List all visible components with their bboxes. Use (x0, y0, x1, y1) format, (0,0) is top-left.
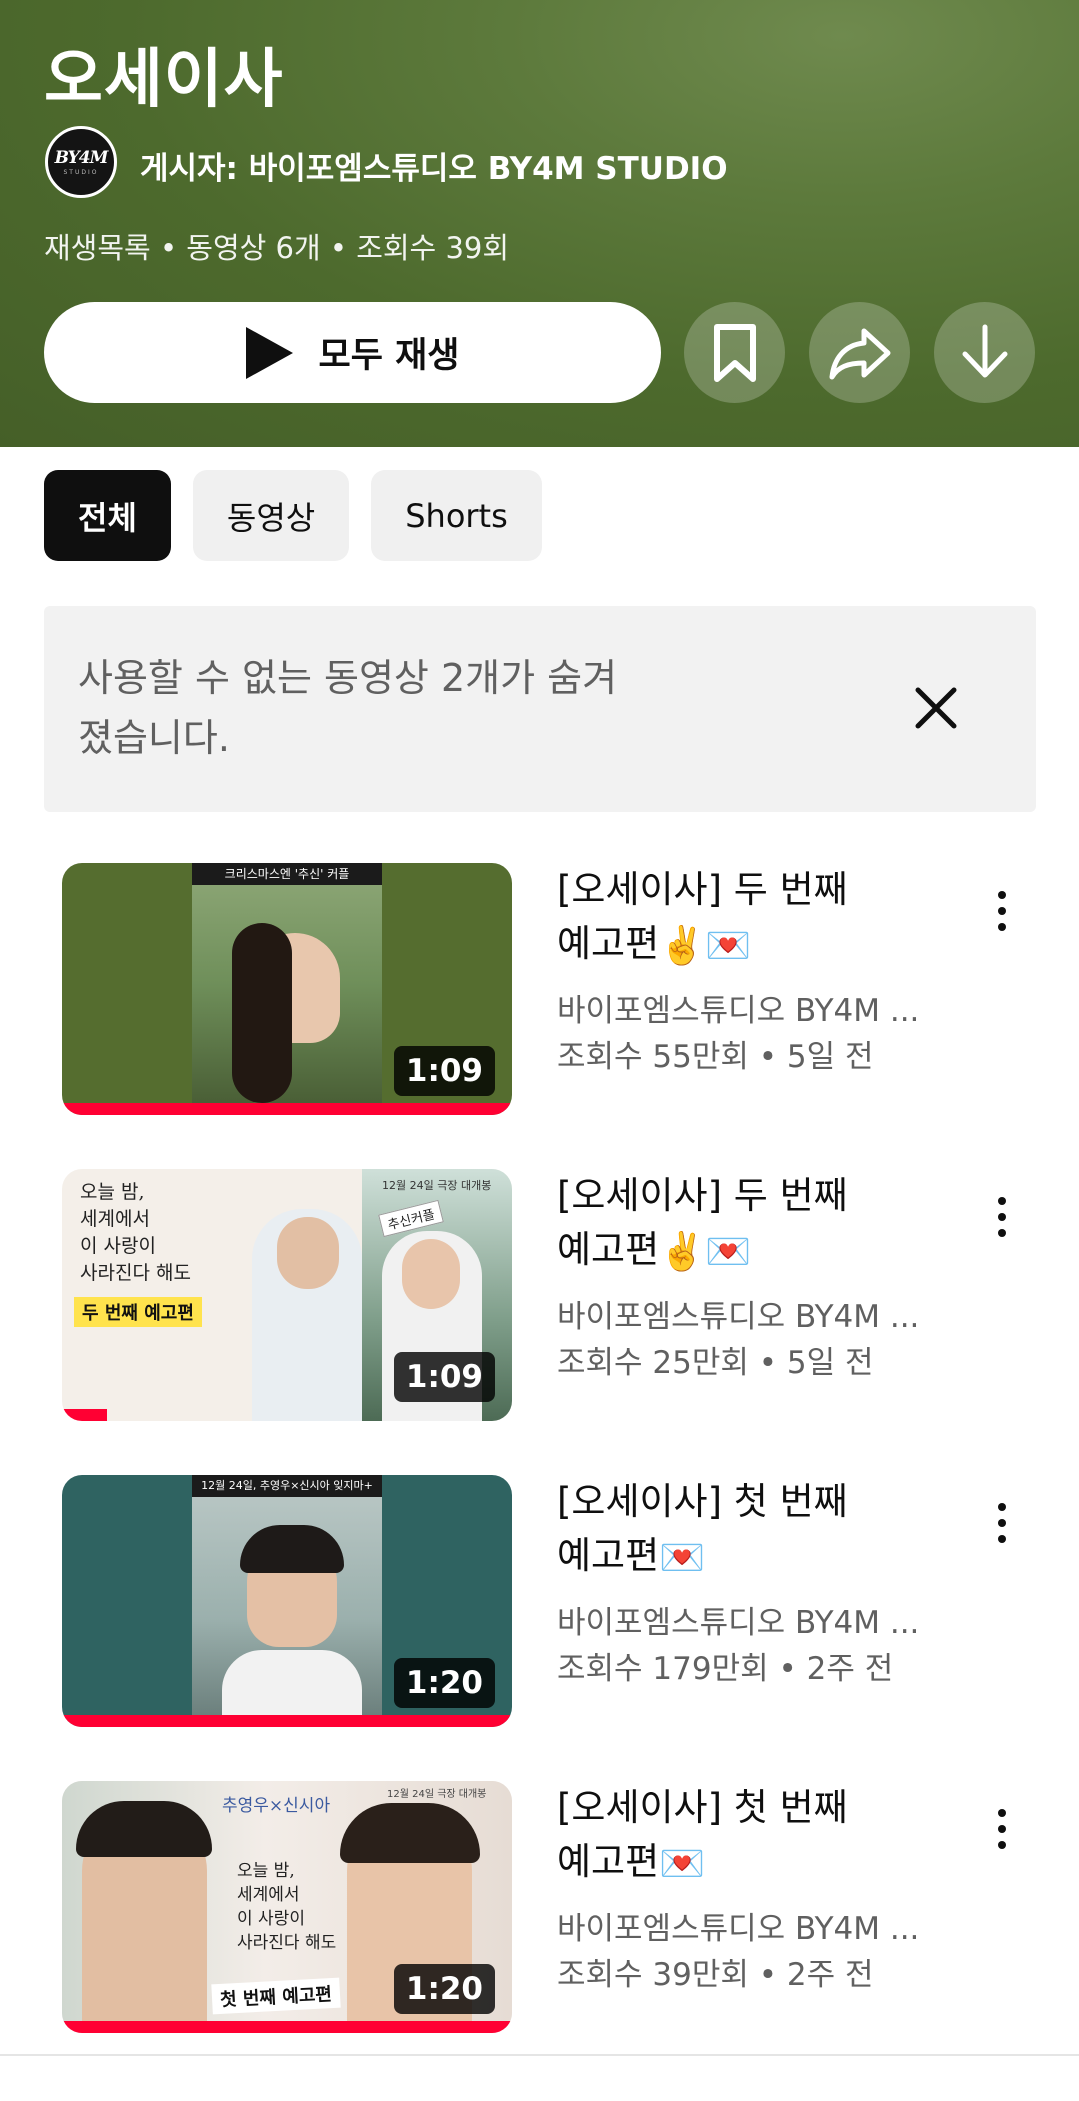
video-thumbnail[interactable]: 크리스마스엔 '추신' 커플 1:09 (62, 863, 512, 1115)
more-options-button[interactable] (974, 1793, 1030, 1865)
hidden-videos-notice: 사용할 수 없는 동영상 2개가 숨겨졌습니다. (44, 606, 1036, 812)
video-title-line2: 예고편 (557, 1228, 660, 1271)
download-icon (962, 324, 1007, 377)
list-item[interactable]: 추영우×신시아 12월 24일 극장 대개봉 오늘 밤, 세계에서 이 사랑이 … (0, 1781, 1079, 2033)
video-duration: 1:09 (393, 1046, 495, 1096)
video-channel: 바이포엠스튜디오 BY4M ... (557, 1605, 920, 1641)
more-vert-icon (998, 1197, 1006, 1205)
channel-avatar[interactable]: BY4M STUDIO (45, 126, 117, 198)
video-title[interactable]: [오세이사] 첫 번째 예고편💌 (557, 1475, 957, 1585)
share-button[interactable] (809, 302, 910, 403)
thumbnail-caption: 크리스마스엔 '추신' 커플 (192, 863, 382, 885)
more-options-button[interactable] (974, 1487, 1030, 1559)
more-options-button[interactable] (974, 875, 1030, 947)
video-channel: 바이포엠스튜디오 BY4M ... (557, 1911, 920, 1947)
more-options-button[interactable] (974, 1181, 1030, 1253)
play-all-button[interactable]: 모두 재생 (44, 302, 661, 403)
video-meta: 조회수 25만회 • 5일 전 (557, 1345, 874, 1381)
channel-logo-text: BY4M (54, 148, 109, 168)
play-icon (245, 326, 293, 379)
more-vert-icon (998, 1503, 1006, 1511)
thumbnail-tag: 두 번째 예고편 (74, 1297, 202, 1327)
video-duration: 1:20 (393, 1658, 495, 1708)
thumbnail-caption: 12월 24일, 추영우×신시아 잊지마+ (192, 1475, 382, 1497)
divider (0, 2054, 1079, 2056)
video-title-line1: [오세이사] 첫 번째 (557, 1786, 848, 1829)
title-emoji: ✌️💌 (659, 923, 752, 967)
thumbnail-shirt (222, 1650, 362, 1720)
thumbnail-names: 추영우×신시아 (222, 1796, 331, 1816)
thumbnail-boy-hair (76, 1801, 212, 1857)
playlist-byline[interactable]: 게시자: 바이포엠스튜디오 BY4M STUDIO (140, 143, 728, 188)
video-title[interactable]: [오세이사] 두 번째 예고편✌️💌 (557, 1169, 957, 1279)
list-item[interactable]: 크리스마스엔 '추신' 커플 1:09 [오세이사] 두 번째 예고편✌️💌 바… (0, 863, 1079, 1115)
thumbnail-boy-face (277, 1217, 339, 1289)
video-thumbnail[interactable]: 12월 24일, 추영우×신시아 잊지마+ 1:20 (62, 1475, 512, 1727)
video-title-line1: [오세이사] 두 번째 (557, 868, 848, 911)
video-channel: 바이포엠스튜디오 BY4M ... (557, 1299, 920, 1335)
video-duration: 1:20 (393, 1964, 495, 2014)
watch-progress-bar (62, 1103, 512, 1115)
video-thumbnail[interactable]: 오늘 밤, 세계에서 이 사랑이 사라진다 해도 두 번째 예고편 12월 24… (62, 1169, 512, 1421)
video-meta: 조회수 179만회 • 2주 전 (557, 1651, 894, 1687)
notice-close-button[interactable] (900, 672, 972, 744)
more-vert-icon (998, 1809, 1006, 1817)
video-title-line2: 예고편 (557, 1534, 660, 1577)
video-meta: 조회수 55만회 • 5일 전 (557, 1039, 874, 1075)
share-icon (829, 328, 890, 379)
chip-shorts[interactable]: Shorts (371, 470, 542, 561)
title-emoji: 💌 (659, 1535, 706, 1579)
video-meta: 조회수 39만회 • 2주 전 (557, 1957, 874, 1993)
play-all-label: 모두 재생 (318, 336, 460, 376)
channel-logo-subtext: STUDIO (63, 169, 99, 176)
thumbnail-hair (232, 923, 292, 1103)
playlist-meta: 재생목록 • 동영상 6개 • 조회수 39회 (44, 231, 510, 265)
close-icon (915, 687, 957, 729)
more-vert-icon (998, 891, 1006, 899)
video-title[interactable]: [오세이사] 첫 번째 예고편💌 (557, 1781, 957, 1891)
playlist-title: 오세이사 (44, 43, 284, 117)
video-title[interactable]: [오세이사] 두 번째 예고편✌️💌 (557, 863, 957, 973)
video-thumbnail[interactable]: 추영우×신시아 12월 24일 극장 대개봉 오늘 밤, 세계에서 이 사랑이 … (62, 1781, 512, 2033)
video-title-line1: [오세이사] 두 번째 (557, 1174, 848, 1217)
chip-videos[interactable]: 동영상 (192, 470, 350, 561)
thumbnail-release: 12월 24일 극장 대개봉 (387, 1789, 487, 1800)
notice-text: 사용할 수 없는 동영상 2개가 숨겨졌습니다. (78, 656, 618, 760)
title-emoji: 💌 (659, 1841, 706, 1885)
chip-all[interactable]: 전체 (44, 470, 171, 561)
video-title-line1: [오세이사] 첫 번째 (557, 1480, 848, 1523)
download-button[interactable] (934, 302, 1035, 403)
thumbnail-girl-face (402, 1239, 460, 1309)
video-duration: 1:09 (393, 1352, 495, 1402)
list-item[interactable]: 오늘 밤, 세계에서 이 사랑이 사라진다 해도 두 번째 예고편 12월 24… (0, 1169, 1079, 1421)
thumbnail-girl-hair (340, 1803, 480, 1863)
playlist-header: 오세이사 BY4M STUDIO 게시자: 바이포엠스튜디오 BY4M STUD… (0, 0, 1079, 447)
bookmark-icon (713, 323, 756, 382)
title-emoji: ✌️💌 (659, 1229, 752, 1273)
thumbnail-release: 12월 24일 극장 대개봉 (382, 1179, 492, 1192)
watch-progress-bar (62, 1715, 512, 1727)
watch-progress-bar (62, 1409, 107, 1421)
filter-chips: 전체 동영상 Shorts (44, 470, 542, 561)
thumbnail-text: 오늘 밤, 세계에서 이 사랑이 사라진다 해도 (80, 1181, 191, 1284)
video-title-line2: 예고편 (557, 1840, 660, 1883)
watch-progress-bar (62, 2021, 512, 2033)
list-item[interactable]: 12월 24일, 추영우×신시아 잊지마+ 1:20 [오세이사] 첫 번째 예… (0, 1475, 1079, 1727)
video-title-line2: 예고편 (557, 922, 660, 965)
video-channel: 바이포엠스튜디오 BY4M ... (557, 993, 920, 1029)
save-playlist-button[interactable] (684, 302, 785, 403)
thumbnail-text: 오늘 밤, 세계에서 이 사랑이 사라진다 해도 (237, 1861, 337, 1953)
